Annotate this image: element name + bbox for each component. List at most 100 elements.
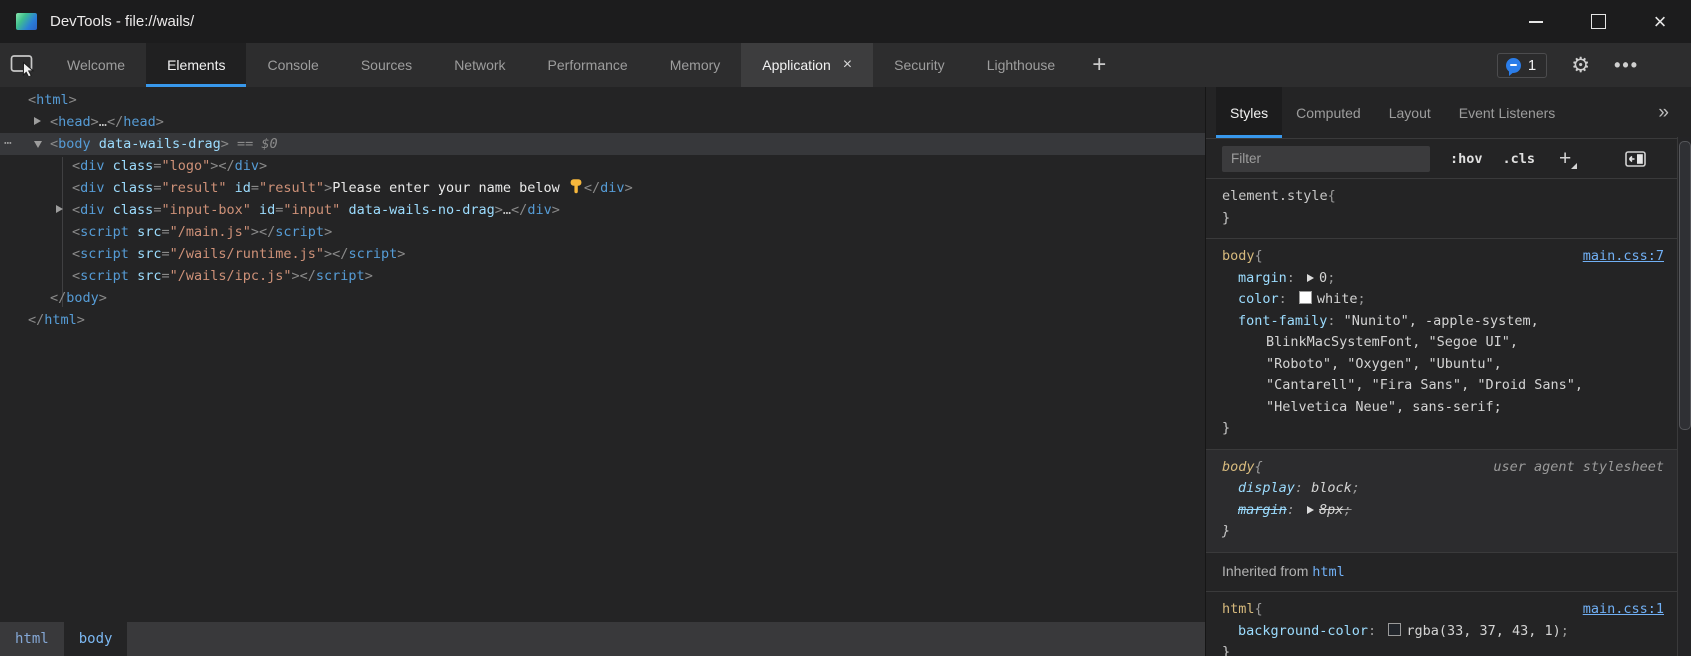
styles-scrollbar-thumb[interactable] bbox=[1679, 141, 1691, 430]
sidebar-tab-event-listeners[interactable]: Event Listeners bbox=[1445, 87, 1570, 138]
tab-label: Console bbox=[267, 57, 318, 73]
tab-elements[interactable]: Elements bbox=[146, 43, 246, 87]
issues-counter[interactable]: 1 bbox=[1497, 53, 1547, 78]
css-property[interactable]: margin: 0; bbox=[1222, 268, 1670, 290]
toggle-element-states-button[interactable] bbox=[1625, 151, 1646, 167]
issues-count: 1 bbox=[1528, 57, 1536, 74]
style-rules-list: element.style {}body {main.css:7margin: … bbox=[1206, 179, 1691, 656]
rule-selector[interactable]: body bbox=[1222, 246, 1255, 268]
toggle-hover-state-button[interactable]: :hov bbox=[1450, 151, 1483, 167]
tab-label: Security bbox=[894, 57, 945, 73]
maximize-icon bbox=[1591, 14, 1606, 29]
inherited-node-link[interactable]: html bbox=[1312, 564, 1345, 580]
tab-label: Memory bbox=[670, 57, 721, 73]
css-property-name[interactable]: color bbox=[1238, 291, 1279, 307]
rule-selector[interactable]: html bbox=[1222, 599, 1255, 621]
stylesheet-source-link[interactable]: main.css:1 bbox=[1583, 599, 1670, 621]
css-property[interactable]: display: block; bbox=[1222, 478, 1670, 500]
close-button[interactable]: × bbox=[1629, 0, 1691, 43]
tabbar-right-cluster: 1 ⚙ ••• bbox=[1497, 43, 1691, 87]
styles-scrollbar-track[interactable] bbox=[1677, 137, 1691, 656]
devtools-tabbar: Welcome Elements Console Sources Network Perf… bbox=[0, 43, 1691, 87]
tab-security[interactable]: Security bbox=[873, 43, 966, 87]
css-property[interactable]: color: white; bbox=[1222, 289, 1670, 311]
devtools-main: <html><head>…</head>⋯<body data-wails-dr… bbox=[0, 87, 1691, 656]
minimize-button[interactable] bbox=[1505, 0, 1567, 43]
css-property[interactable]: font-family: "Nunito", -apple-system, bbox=[1222, 311, 1670, 333]
css-value-continuation: "Helvetica Neue", sans-serif; bbox=[1222, 397, 1670, 419]
tab-close-icon[interactable]: × bbox=[843, 57, 852, 73]
elements-panel: <html><head>…</head>⋯<body data-wails-dr… bbox=[0, 87, 1206, 656]
styles-filter-input[interactable] bbox=[1222, 146, 1430, 172]
tab-sources[interactable]: Sources bbox=[340, 43, 433, 87]
tab-memory[interactable]: Memory bbox=[649, 43, 742, 87]
dom-tree-node[interactable]: <html> bbox=[0, 89, 1205, 111]
breadcrumb-html[interactable]: html bbox=[0, 622, 64, 656]
css-property-name[interactable]: margin bbox=[1238, 270, 1287, 286]
tab-network[interactable]: Network bbox=[433, 43, 526, 87]
toggle-classes-button[interactable]: .cls bbox=[1503, 151, 1536, 167]
style-rule-html: html {main.css:1background-color: rgba(3… bbox=[1206, 592, 1678, 656]
tab-console[interactable]: Console bbox=[246, 43, 339, 87]
rule-selector[interactable]: element.style bbox=[1222, 186, 1328, 208]
expand-value-icon[interactable] bbox=[1307, 274, 1314, 282]
dom-tree: <html><head>…</head>⋯<body data-wails-dr… bbox=[0, 87, 1205, 622]
sidebar-overflow-chevron-icon[interactable]: » bbox=[1658, 87, 1691, 138]
expand-value-icon[interactable] bbox=[1307, 506, 1314, 514]
titlebar[interactable]: DevTools - file://wails/ × bbox=[0, 0, 1691, 43]
rule-selector[interactable]: body bbox=[1222, 457, 1255, 479]
expand-down-icon[interactable] bbox=[34, 141, 42, 148]
css-property-value: rgba(33, 37, 43, 1) bbox=[1406, 623, 1560, 639]
window-controls: × bbox=[1505, 0, 1691, 43]
rule-selector-line: element.style { bbox=[1222, 186, 1670, 208]
css-property[interactable]: background-color: rgba(33, 37, 43, 1); bbox=[1222, 621, 1670, 643]
css-property-name[interactable]: margin bbox=[1238, 502, 1287, 518]
css-property-name[interactable]: background-color bbox=[1238, 623, 1368, 639]
css-value-continuation: "Cantarell", "Fira Sans", "Droid Sans", bbox=[1222, 375, 1670, 397]
dom-tree-node[interactable]: <head>…</head> bbox=[0, 111, 1205, 133]
tab-performance[interactable]: Performance bbox=[527, 43, 649, 87]
inspect-element-button[interactable] bbox=[0, 43, 46, 87]
dom-tree-node[interactable]: </html> bbox=[0, 309, 1205, 331]
css-property-value: 8px bbox=[1319, 502, 1343, 518]
dom-tree-node[interactable]: ⋯<body data-wails-drag> == $0 bbox=[0, 133, 1205, 155]
customize-menu-icon[interactable]: ••• bbox=[1614, 55, 1639, 76]
css-property-value: white bbox=[1317, 291, 1358, 307]
close-icon: × bbox=[1654, 11, 1667, 33]
css-property[interactable]: margin: 8px; bbox=[1222, 500, 1670, 522]
settings-gear-icon[interactable]: ⚙ bbox=[1571, 55, 1590, 76]
tab-lighthouse[interactable]: Lighthouse bbox=[966, 43, 1077, 87]
dom-tree-node[interactable]: </body> bbox=[0, 287, 1205, 309]
dom-tree-node[interactable]: <div class="input-box" id="input" data-w… bbox=[0, 199, 1205, 221]
dom-tree-node[interactable]: <div class="result" id="result">Please e… bbox=[0, 177, 1205, 199]
more-tabs-button[interactable]: + bbox=[1076, 43, 1122, 87]
tab-application[interactable]: Application× bbox=[741, 43, 873, 87]
sidebar-tab-layout[interactable]: Layout bbox=[1375, 87, 1445, 138]
expand-right-icon[interactable] bbox=[34, 117, 41, 125]
color-swatch[interactable] bbox=[1388, 623, 1401, 636]
sidebar-tab-computed[interactable]: Computed bbox=[1282, 87, 1375, 138]
dom-tree-node[interactable]: <script src="/main.js"></script> bbox=[0, 221, 1205, 243]
breadcrumb-body[interactable]: body bbox=[64, 622, 128, 656]
maximize-button[interactable] bbox=[1567, 0, 1629, 43]
dom-tree-node[interactable]: <script src="/wails/runtime.js"></script… bbox=[0, 243, 1205, 265]
stylesheet-source-link[interactable]: main.css:7 bbox=[1583, 246, 1670, 268]
css-property-name[interactable]: display bbox=[1238, 480, 1295, 496]
expand-right-icon[interactable] bbox=[56, 205, 63, 213]
devtools-window: DevTools - file://wails/ × Welcome Elemen… bbox=[0, 0, 1691, 656]
tab-label: Network bbox=[454, 57, 505, 73]
dom-tree-node[interactable]: <script src="/wails/ipc.js"></script> bbox=[0, 265, 1205, 287]
minimize-icon bbox=[1529, 21, 1543, 23]
color-swatch[interactable] bbox=[1299, 291, 1312, 304]
tab-label: Sources bbox=[361, 57, 412, 73]
tab-label: Welcome bbox=[67, 57, 125, 73]
tab-welcome[interactable]: Welcome bbox=[46, 43, 146, 87]
sidebar-tab-styles[interactable]: Styles bbox=[1216, 87, 1282, 138]
new-style-rule-button[interactable]: + bbox=[1559, 148, 1571, 169]
node-menu-dots-icon[interactable]: ⋯ bbox=[4, 133, 13, 155]
tab-label: Elements bbox=[167, 57, 225, 73]
rule-selector-line: body {main.css:7 bbox=[1222, 246, 1670, 268]
dom-tree-node[interactable]: <div class="logo"></div> bbox=[0, 155, 1205, 177]
styles-sidebar: StylesComputedLayoutEvent Listeners » :ho… bbox=[1206, 87, 1691, 656]
css-property-name[interactable]: font-family bbox=[1238, 313, 1327, 329]
